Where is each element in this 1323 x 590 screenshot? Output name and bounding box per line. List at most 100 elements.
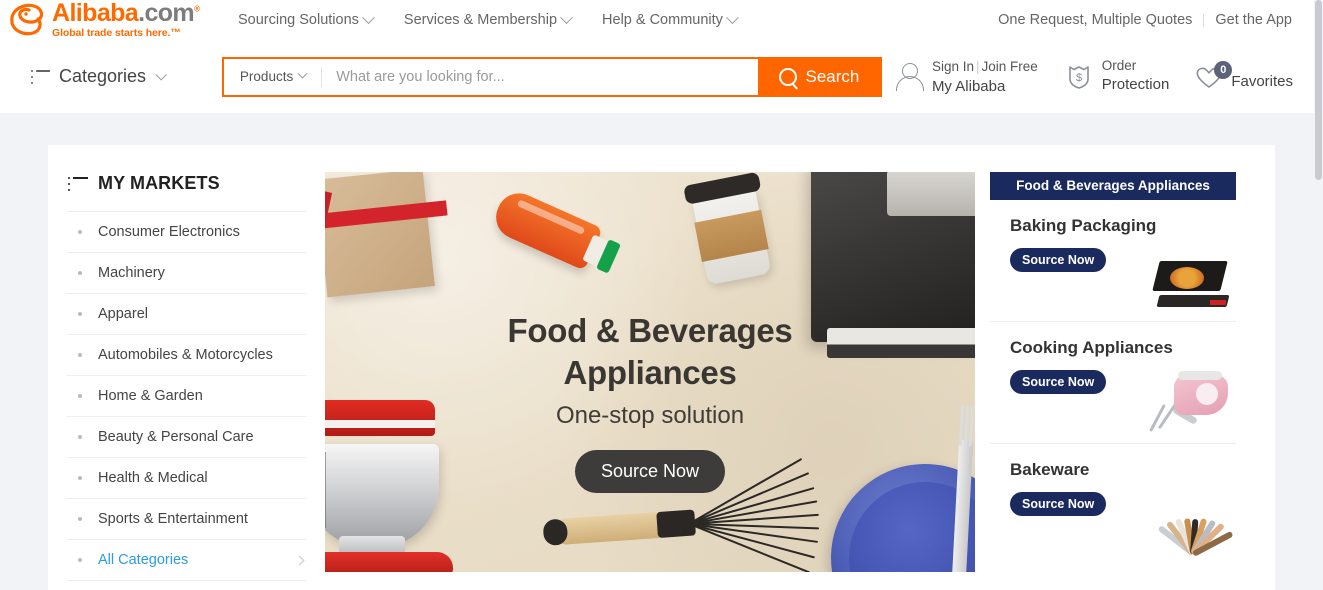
sidebar-item-label: Health & Medical [98,470,208,486]
promo-item-title: Bakeware [1010,460,1090,479]
top-utility-bar: Alibaba.com® Global trade starts here.™ … [0,0,1323,40]
sidebar-item-sports-entertainment[interactable]: Sports & Entertainment [66,498,307,539]
link-get-the-app[interactable]: Get the App [1204,12,1303,28]
my-markets-sidebar: MY MARKETS Consumer Electronics Machiner… [48,159,325,590]
bullet-icon [78,394,82,398]
sidebar-item-label: Automobiles & Motorcycles [98,347,273,363]
sidebar-item-all-categories[interactable]: All Categories [66,539,307,580]
promo-item-cooking-appliances[interactable]: Cooking Appliances Source Now [990,322,1236,444]
pizza-box-image [1152,261,1230,311]
chevron-down-icon [362,10,375,24]
my-markets-title: MY MARKETS [98,173,220,193]
sidebar-item-label: Machinery [98,265,165,281]
alibaba-logo-mark [8,2,54,36]
favorites-label: Favorites [1231,73,1293,91]
nav-help-community[interactable]: Help & Community [602,10,739,28]
banner-headline-line2: Appliances [563,354,737,392]
bullet-icon [78,517,82,521]
order-protection-line1: Order [1101,58,1137,74]
chevron-down-icon [297,68,308,79]
promo-panel: Food & Beverages Appliances Baking Packa… [990,159,1236,590]
search-input[interactable] [322,58,758,95]
account-area: Sign In | Join Free My Alibaba $ Order Pro… [882,56,1306,98]
bullet-icon [78,435,82,439]
bullet-icon [78,476,82,480]
nav-services-membership-label: Services & Membership [403,12,558,28]
search-scope-label: Products [239,69,294,84]
chevron-right-icon [294,555,305,565]
sign-in-label[interactable]: Sign In [932,59,974,74]
carousel-indicators [325,572,975,590]
user-icon [895,62,924,92]
sidebar-item-machinery[interactable]: Machinery [66,252,307,293]
search-icon [778,67,797,86]
chevron-down-icon [560,10,573,24]
sidebar-item-label: Consumer Electronics [98,224,240,240]
page-body: MY MARKETS Consumer Electronics Machiner… [0,113,1323,590]
sidebar-item-beauty-personal-care[interactable]: Beauty & Personal Care [66,416,307,457]
promo-item-baking-packaging[interactable]: Baking Packaging Source Now [990,200,1236,322]
banner-source-now-button[interactable]: Source Now [574,450,726,494]
cardboard-box-image [325,172,435,298]
sidebar-item-label: All Categories [98,552,189,568]
heart-icon: 0 [1195,60,1233,90]
promo-item-bakeware[interactable]: Bakeware Source Now [990,444,1236,566]
sidebar-bottom-rule [66,580,307,581]
search-row: Categories Products Search Sign In|Join … [0,40,1323,113]
logo-tld: .com [138,0,195,28]
list-icon [68,176,88,191]
bullet-icon [78,230,82,234]
hero-banner[interactable]: Food & Beverages Appliances One-stop sol… [325,172,975,572]
categories-button[interactable]: Categories [20,66,208,87]
sidebar-item-label: Apparel [98,306,148,322]
nav-sourcing-solutions-label: Sourcing Solutions [238,12,359,28]
favorites[interactable]: 0 Favorites [1182,60,1306,92]
alibaba-logo[interactable]: Alibaba.com® Global trade starts here.™ [8,1,204,39]
scrollbar-thumb[interactable] [1315,0,1322,180]
sidebar-item-label: Home & Garden [98,388,203,404]
promo-panel-header: Food & Beverages Appliances [990,172,1236,200]
search-button[interactable]: Search [757,58,880,95]
logo-wordmark: Alibaba [52,0,139,28]
banner-copy: Food & Beverages Appliances One-stop sol… [325,310,975,494]
promo-source-now-button[interactable]: Source Now [1010,370,1107,394]
banner-headline-line1: Food & Beverages [507,312,793,349]
nav-services-membership[interactable]: Services & Membership [403,10,573,28]
page-scrollbar[interactable] [1314,0,1323,590]
bullet-icon [78,312,82,316]
favorites-count-badge: 0 [1214,60,1233,79]
account-separator: | [975,58,980,74]
promo-source-now-button[interactable]: Source Now [1010,248,1107,272]
link-one-request-multiple-quotes[interactable]: One Request, Multiple Quotes [987,12,1203,28]
bullet-icon [78,353,82,357]
nav-sourcing-solutions[interactable]: Sourcing Solutions [238,10,375,28]
list-icon [31,69,50,84]
hero-banner-area: Food & Beverages Appliances One-stop sol… [325,159,975,590]
primary-nav: Sourcing Solutions Services & Membership… [238,10,739,28]
sidebar-item-health-medical[interactable]: Health & Medical [66,457,307,498]
svg-text:$: $ [1076,72,1082,84]
banner-subheadline: One-stop solution [555,402,745,430]
promo-item-title: Baking Packaging [1010,216,1157,235]
search-scope-selector[interactable]: Products [224,59,321,95]
logo-registered-mark: ® [194,4,200,14]
bullet-icon [78,271,82,275]
sign-in-join-free[interactable]: Sign In | Join Free My Alibaba [882,56,1051,98]
bullet-icon [78,558,82,562]
categories-button-label: Categories [59,66,147,86]
logo-tagline: Global trade starts here.™ [52,27,181,40]
nav-help-community-label: Help & Community [602,12,723,28]
shield-dollar-icon: $ [1064,62,1094,92]
chevron-down-icon [726,10,739,24]
promo-source-now-button[interactable]: Source Now [1010,492,1107,516]
join-free-label[interactable]: Join Free [981,59,1037,74]
sidebar-item-automobiles-motorcycles[interactable]: Automobiles & Motorcycles [66,334,307,375]
order-protection-line2: Protection [1101,76,1170,94]
chevron-down-icon [155,68,167,81]
my-alibaba-label[interactable]: My Alibaba [932,77,1038,97]
sidebar-item-home-garden[interactable]: Home & Garden [66,375,307,416]
spatula-set-image [1152,500,1234,562]
sidebar-item-apparel[interactable]: Apparel [66,293,307,334]
order-protection[interactable]: $ Order Protection [1051,57,1183,95]
sidebar-item-consumer-electronics[interactable]: Consumer Electronics [66,211,307,252]
